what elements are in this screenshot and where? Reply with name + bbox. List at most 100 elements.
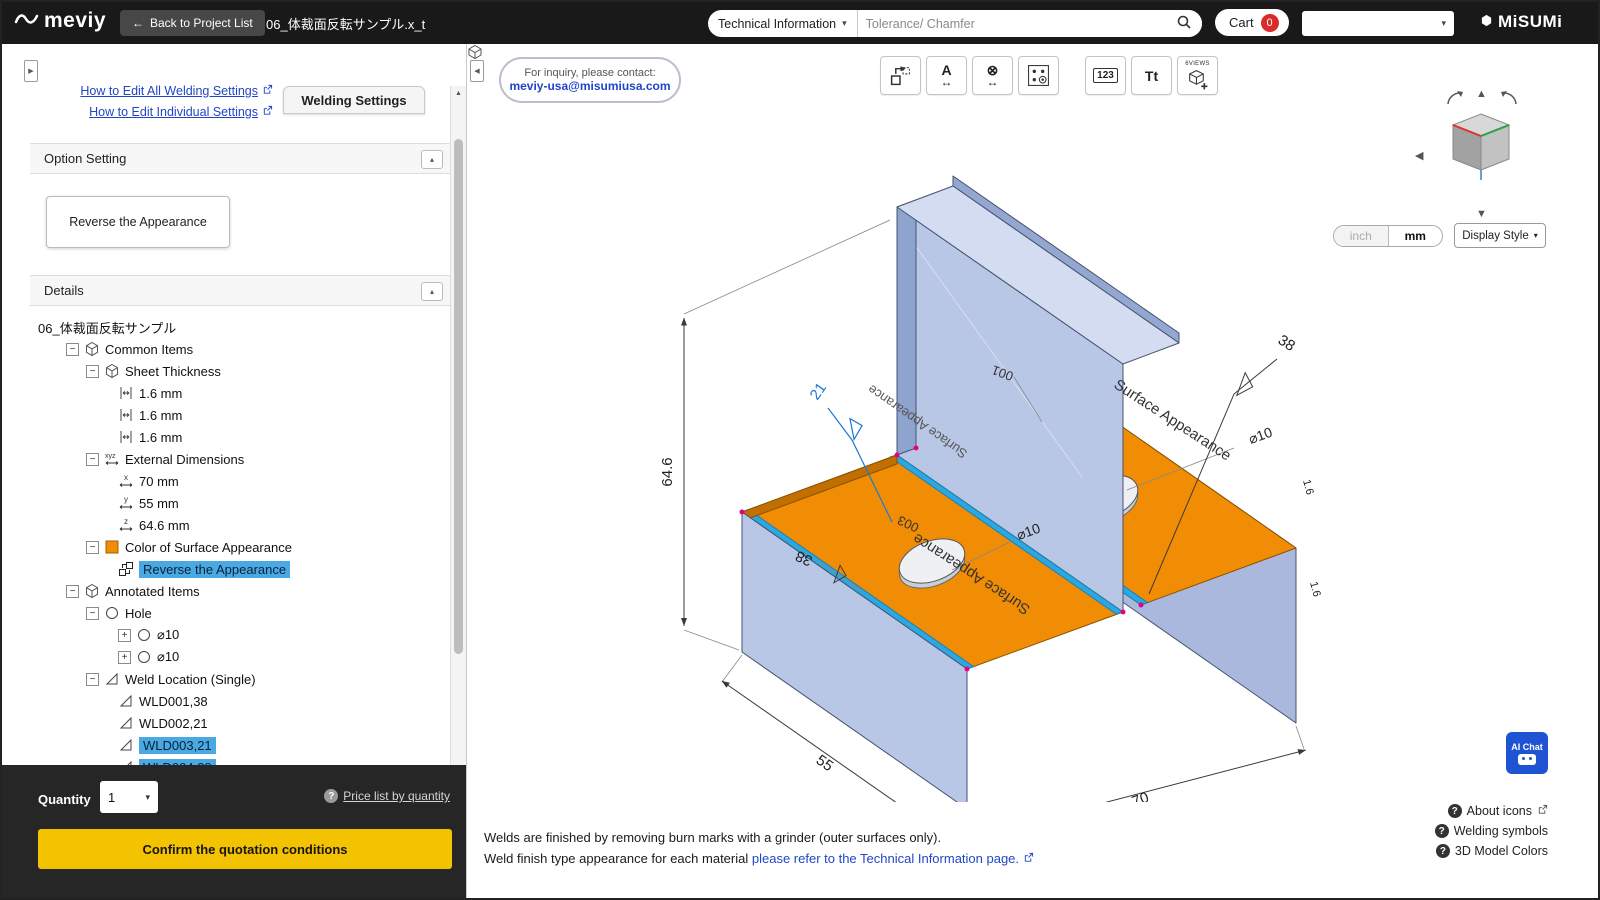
view-cube[interactable] bbox=[1443, 106, 1519, 186]
display-style-dropdown[interactable]: Display Style ▾ bbox=[1454, 223, 1546, 248]
tree-item[interactable]: 06_体裁面反転サンプル bbox=[30, 316, 448, 338]
weld-icon bbox=[104, 671, 120, 687]
tech-dropdown-label: Technical Information bbox=[718, 17, 836, 31]
tab-welding-settings[interactable]: Welding Settings bbox=[283, 86, 425, 114]
tree-item[interactable]: 1.6 mm bbox=[30, 382, 448, 404]
tree-expander-icon[interactable]: + bbox=[118, 629, 131, 642]
tree-item[interactable]: z64.6 mm bbox=[30, 514, 448, 536]
meviy-app: meviy ← Back to Project List 06_体裁面反転サンプ… bbox=[0, 0, 1600, 900]
sidebar-scrollbar[interactable]: ▲ ▼ bbox=[450, 86, 466, 807]
tree-item[interactable]: y55 mm bbox=[30, 492, 448, 514]
confirm-quotation-button[interactable]: Confirm the quotation conditions bbox=[38, 829, 452, 869]
rotate-view-left-icon[interactable]: ◀ bbox=[1415, 149, 1423, 162]
thickness-label-1: 1.6 bbox=[1300, 478, 1316, 496]
model-viewport[interactable]: 64.6 55 70 38 38 21 ⌀10 ⌀10 Surface Appe… bbox=[622, 122, 1402, 802]
scroll-up-icon[interactable]: ▲ bbox=[451, 86, 466, 101]
question-icon: ? bbox=[1436, 844, 1450, 858]
technical-information-dropdown[interactable]: Technical Information ▾ bbox=[708, 10, 858, 37]
collapse-option-button[interactable]: ▴ bbox=[421, 150, 443, 169]
tree-item[interactable]: −Color of Surface Appearance bbox=[30, 536, 448, 558]
tree-expander-icon[interactable]: − bbox=[86, 673, 99, 686]
tree-item-label: 55 mm bbox=[139, 496, 179, 511]
tree-item[interactable]: −Hole bbox=[30, 602, 448, 624]
tree-item[interactable]: WLD003,21 bbox=[30, 734, 448, 756]
reverse-appearance-button[interactable]: Reverse the Appearance bbox=[46, 196, 230, 248]
link-label: How to Edit All Welding Settings bbox=[80, 84, 258, 98]
cart-button[interactable]: Cart 0 bbox=[1215, 9, 1289, 36]
tree-item[interactable]: 1.6 mm bbox=[30, 426, 448, 448]
six-views-button[interactable]: 6VIEWS bbox=[1177, 56, 1218, 95]
question-icon: ? bbox=[1448, 804, 1462, 818]
tree-expander-icon[interactable]: − bbox=[66, 585, 79, 598]
inquiry-email-link[interactable]: meviy-usa@misumiusa.com bbox=[509, 79, 670, 93]
arrows-icon: ↔ bbox=[987, 77, 999, 88]
viewport-canvas[interactable]: For inquiry, please contact: meviy-usa@m… bbox=[467, 44, 1600, 900]
link-edit-individual-settings[interactable]: How to Edit Individual Settings bbox=[59, 105, 273, 119]
rotate-left-icon[interactable] bbox=[1445, 90, 1467, 106]
external-link-icon bbox=[262, 84, 273, 98]
dimension-text-button[interactable]: A↔ bbox=[926, 56, 967, 95]
help-links: ?About icons ?Welding symbols ?3D Model Co… bbox=[1435, 804, 1548, 858]
help-link-about-icons[interactable]: ?About icons bbox=[1448, 804, 1548, 818]
delete-annotation-button[interactable]: ⊗↔ bbox=[972, 56, 1013, 95]
tree-expander-icon[interactable]: + bbox=[118, 651, 131, 664]
color-icon bbox=[104, 539, 120, 555]
tree-expander-icon[interactable]: − bbox=[86, 541, 99, 554]
tree-item[interactable]: 1.6 mm bbox=[30, 404, 448, 426]
tree-item[interactable]: −Weld Location (Single) bbox=[30, 668, 448, 690]
back-to-project-list-button[interactable]: ← Back to Project List bbox=[120, 10, 265, 36]
tree-item-label: WLD001,38 bbox=[139, 694, 208, 709]
link-edit-all-welding-settings[interactable]: How to Edit All Welding Settings bbox=[59, 84, 273, 98]
sidebar-collapse-handle[interactable]: ▶ bbox=[24, 60, 38, 82]
note-line-1: Welds are finished by removing burn mark… bbox=[484, 827, 1034, 848]
snap-points-button[interactable] bbox=[1018, 56, 1059, 95]
edit-annotation-button[interactable] bbox=[880, 56, 921, 95]
tree-expander-icon[interactable]: − bbox=[86, 607, 99, 620]
thickness-label-2: 1.6 bbox=[1307, 580, 1323, 598]
axis-z-icon: z bbox=[118, 517, 134, 533]
model-part[interactable] bbox=[740, 176, 1297, 802]
search-button[interactable] bbox=[1166, 10, 1202, 37]
tree-item[interactable]: −xyzExternal Dimensions bbox=[30, 448, 448, 470]
show-values-button[interactable]: 123 bbox=[1085, 56, 1126, 95]
show-values-icon: 123 bbox=[1093, 68, 1118, 83]
tree-expander-icon[interactable]: − bbox=[66, 343, 79, 356]
price-list-link[interactable]: ? Price list by quantity bbox=[324, 789, 450, 803]
tree-item[interactable]: +⌀10 bbox=[30, 646, 448, 668]
tree-item[interactable]: Reverse the Appearance bbox=[30, 558, 448, 580]
rotate-right-icon[interactable] bbox=[1497, 90, 1519, 106]
chevron-down-icon: ▾ bbox=[842, 18, 847, 29]
quantity-select[interactable]: 1 ▾ bbox=[100, 781, 158, 813]
tilt-down-icon[interactable]: ▼ bbox=[1476, 208, 1487, 220]
meviy-logo[interactable]: meviy bbox=[14, 9, 106, 33]
document-tab[interactable]: 06_体裁面反転サンプル.x_t bbox=[266, 14, 425, 33]
tree-expander-icon[interactable]: − bbox=[86, 365, 99, 378]
search-input[interactable] bbox=[858, 17, 1166, 31]
tree-item[interactable]: WLD001,38 bbox=[30, 690, 448, 712]
panel-collapse-handle[interactable]: ◀ bbox=[470, 60, 484, 82]
help-link-welding-symbols[interactable]: ?Welding symbols bbox=[1435, 824, 1548, 838]
tree-item[interactable]: −Annotated Items bbox=[30, 580, 448, 602]
tree-expander-icon[interactable]: − bbox=[86, 453, 99, 466]
header-search-bar: Technical Information ▾ bbox=[708, 10, 1202, 37]
tree-item-label: 1.6 mm bbox=[139, 430, 182, 445]
cube-icon bbox=[84, 341, 100, 357]
meviy-logo-icon bbox=[14, 10, 40, 33]
tree-item[interactable]: WLD002,21 bbox=[30, 712, 448, 734]
text-size-button[interactable]: Tt bbox=[1131, 56, 1172, 95]
scrollbar-thumb[interactable] bbox=[454, 139, 463, 654]
tree-item[interactable]: −Sheet Thickness bbox=[30, 360, 448, 382]
ai-chat-button[interactable]: AI Chat bbox=[1506, 732, 1548, 774]
collapse-details-button[interactable]: ▴ bbox=[421, 282, 443, 301]
chevron-down-icon: ▾ bbox=[1441, 18, 1446, 29]
tree-item[interactable]: − Common Items bbox=[30, 338, 448, 360]
tree-item-label: Common Items bbox=[105, 342, 193, 357]
header-dropdown[interactable]: ▾ bbox=[1302, 11, 1454, 36]
help-link-3d-model-colors[interactable]: ?3D Model Colors bbox=[1436, 844, 1548, 858]
price-link-label: Price list by quantity bbox=[343, 789, 450, 803]
tree-item[interactable]: +⌀10 bbox=[30, 624, 448, 646]
tree-item[interactable]: x70 mm bbox=[30, 470, 448, 492]
tilt-up-icon[interactable]: ▲ bbox=[1476, 88, 1487, 100]
text-size-icon: Tt bbox=[1145, 69, 1158, 83]
technical-information-link[interactable]: please refer to the Technical Informatio… bbox=[752, 851, 1019, 866]
